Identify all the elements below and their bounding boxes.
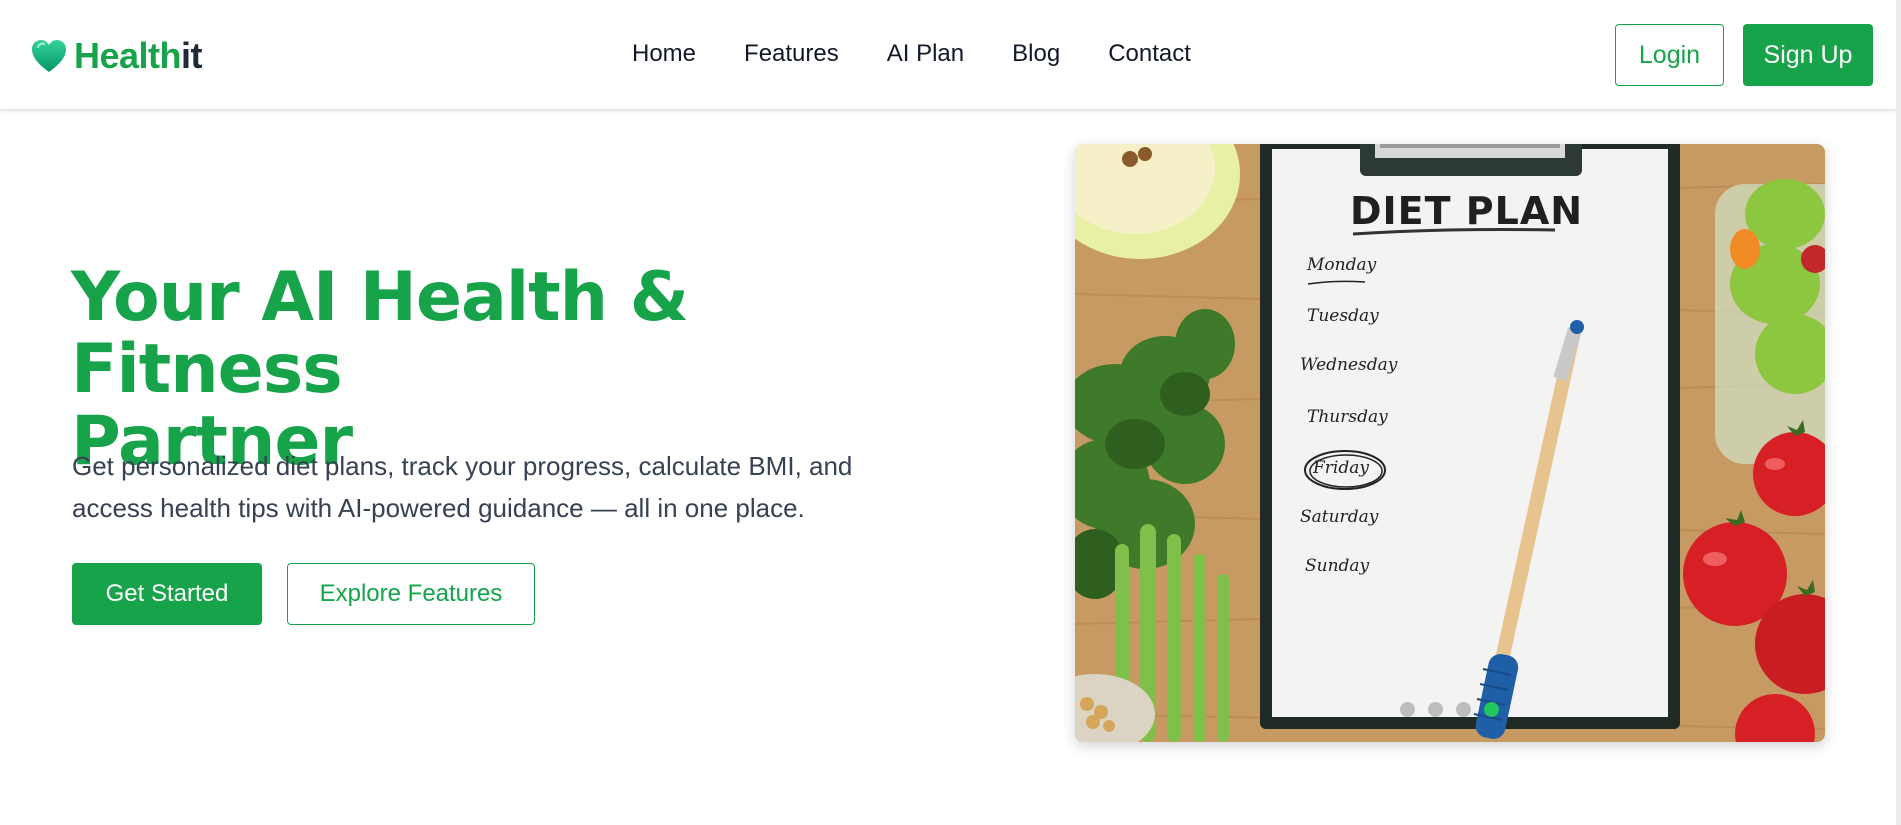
carousel-dot-3[interactable] <box>1456 702 1471 717</box>
nav-blog[interactable]: Blog <box>1012 40 1060 68</box>
site-header: Healthit Home Features AI Plan Blog Cont… <box>0 0 1896 110</box>
day-saturday: Saturday <box>1300 507 1379 527</box>
logo[interactable]: Healthit <box>30 35 203 76</box>
carousel-indicators <box>1400 702 1499 717</box>
day-monday: Monday <box>1307 255 1377 275</box>
clipboard-title: DIET PLAN <box>1350 189 1584 233</box>
hero-title-line1: Your AI Health & Fitness <box>71 258 689 409</box>
signup-button[interactable]: Sign Up <box>1743 24 1873 86</box>
brand-name: Healthit <box>74 35 203 76</box>
hero-subtitle: Get personalized diet plans, track your … <box>72 445 932 529</box>
day-tuesday: Tuesday <box>1307 306 1379 326</box>
day-wednesday: Wednesday <box>1300 355 1398 375</box>
carousel-dot-2[interactable] <box>1428 702 1443 717</box>
page-scrollbar[interactable] <box>1896 0 1901 825</box>
nav-features[interactable]: Features <box>744 40 839 68</box>
day-friday: Friday <box>1313 458 1369 478</box>
explore-features-button[interactable]: Explore Features <box>287 563 535 625</box>
day-thursday: Thursday <box>1307 407 1388 427</box>
get-started-button[interactable]: Get Started <box>72 563 262 625</box>
nav-ai-plan[interactable]: AI Plan <box>887 40 964 68</box>
nav-home[interactable]: Home <box>632 40 696 68</box>
login-button[interactable]: Login <box>1615 24 1724 86</box>
hero-subtitle-line1: Get personalized diet plans, track your … <box>72 451 853 481</box>
diet-plan-clipboard-photo <box>1075 144 1825 742</box>
nav-contact[interactable]: Contact <box>1108 40 1191 68</box>
hero-image-carousel[interactable]: DIET PLAN Monday Tuesday Wednesday Thurs… <box>1075 144 1825 742</box>
carousel-dot-4[interactable] <box>1484 702 1499 717</box>
main-nav: Home Features AI Plan Blog Contact <box>632 40 1191 68</box>
page: Healthit Home Features AI Plan Blog Cont… <box>0 0 1901 825</box>
day-sunday: Sunday <box>1305 556 1370 576</box>
carousel-dot-1[interactable] <box>1400 702 1415 717</box>
hero-subtitle-line2: access health tips with AI-powered guida… <box>72 493 805 523</box>
heart-icon <box>32 40 66 72</box>
